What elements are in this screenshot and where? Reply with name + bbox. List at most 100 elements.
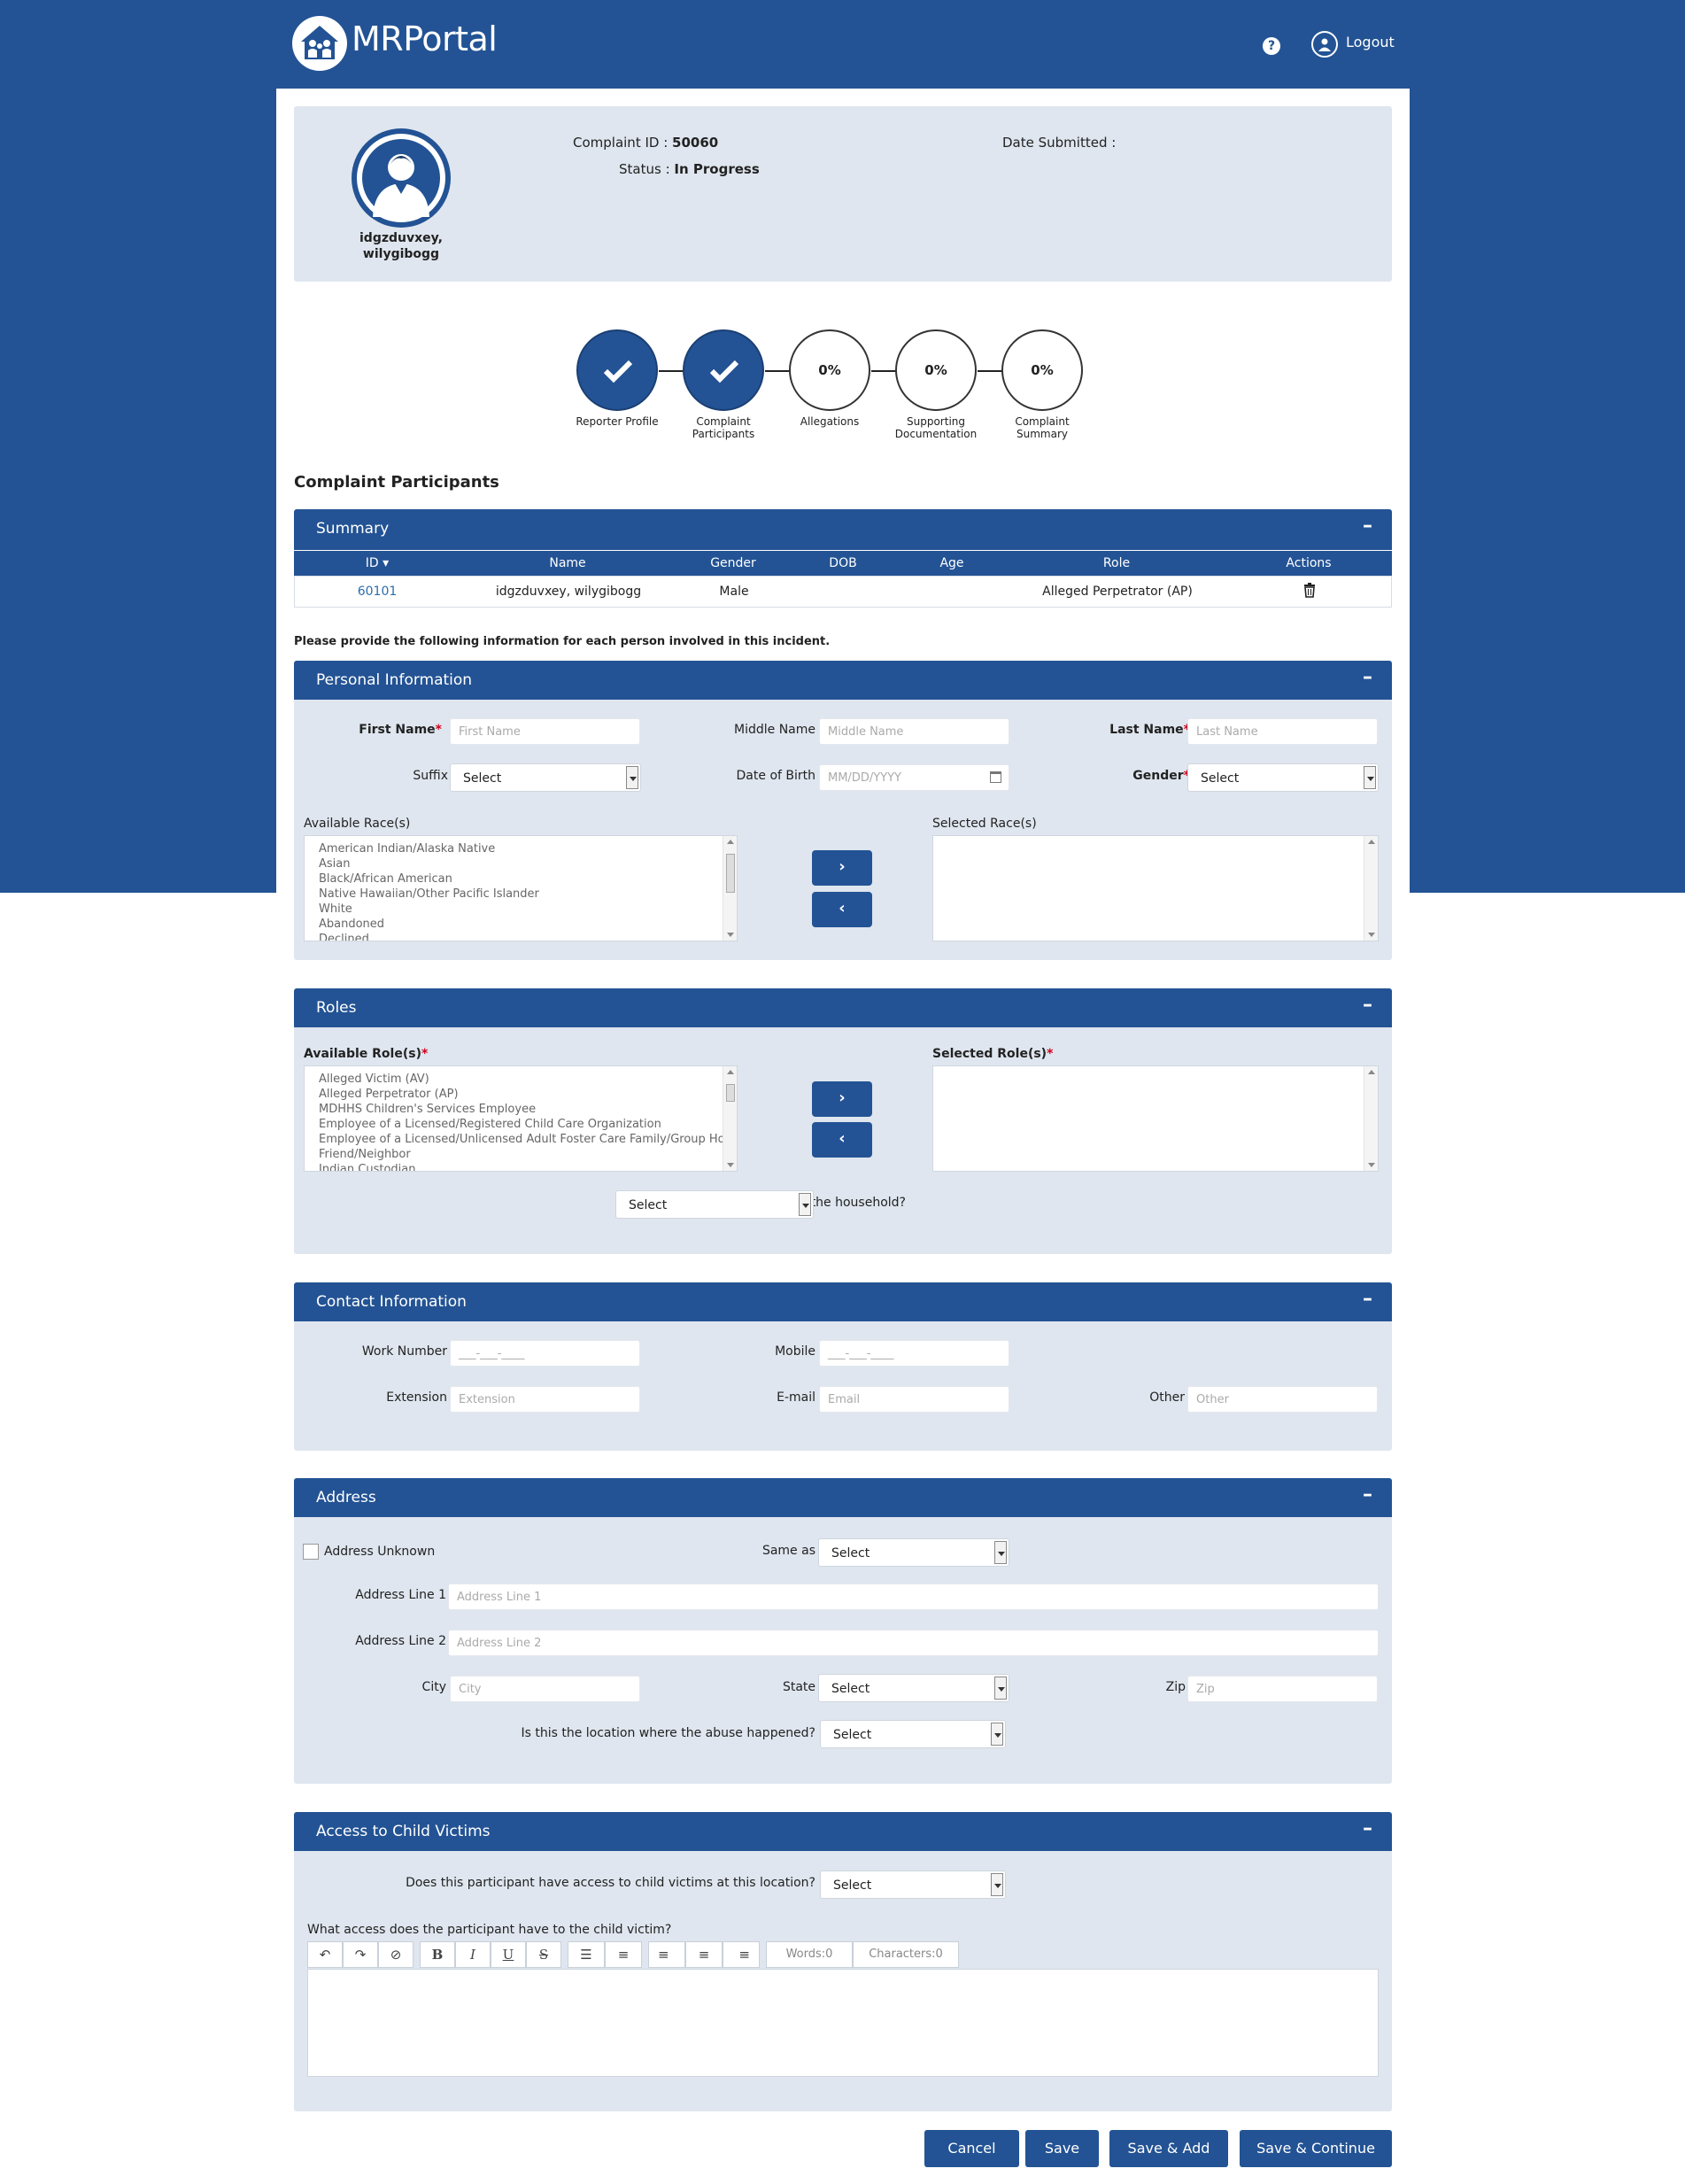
step-supporting-documentation[interactable]: 0% — [895, 329, 977, 411]
save-and-add-button[interactable]: Save & Add — [1109, 2130, 1228, 2167]
address-unknown-checkbox[interactable] — [303, 1544, 319, 1560]
list-item[interactable]: Black/African American — [305, 871, 737, 887]
city-field[interactable]: City — [450, 1676, 640, 1702]
bullet-list-icon[interactable]: ☰ — [568, 1941, 605, 1968]
participant-id-link[interactable]: 60101 — [358, 585, 398, 599]
move-left-button[interactable]: ‹ — [812, 1122, 872, 1158]
available-races-list[interactable]: American Indian/Alaska Native Asian Blac… — [304, 835, 738, 941]
access-question-select[interactable]: Select — [820, 1870, 1006, 1899]
scrollbar[interactable] — [1364, 1066, 1378, 1171]
personal-info-title: Personal Information — [316, 671, 473, 689]
step-label: Complaint Participants — [661, 415, 785, 440]
summary-panel-header[interactable]: Summary – — [294, 509, 1392, 550]
address-line1-field[interactable]: Address Line 1 — [448, 1584, 1379, 1610]
selected-roles-list[interactable] — [932, 1065, 1379, 1172]
clear-format-icon[interactable]: ⊘ — [378, 1941, 414, 1968]
align-center-icon[interactable]: ≡ — [685, 1941, 723, 1968]
zip-field[interactable]: Zip — [1187, 1676, 1378, 1702]
list-item[interactable]: Asian — [305, 856, 737, 871]
list-item[interactable]: Friend/Neighbor — [305, 1147, 737, 1162]
list-item[interactable]: Indian Custodian — [305, 1162, 737, 1171]
access-description-editor[interactable] — [307, 1969, 1379, 2077]
status-label: Status : — [619, 161, 670, 177]
dob-field[interactable]: MM/DD/YYYY — [819, 764, 1009, 791]
list-item[interactable]: Employee of a Licensed/Unlicensed Adult … — [305, 1132, 737, 1147]
collapse-icon[interactable]: – — [1363, 515, 1372, 537]
move-right-button[interactable]: › — [812, 850, 872, 886]
align-right-icon[interactable]: ≡ — [723, 1941, 760, 1968]
check-icon — [709, 360, 739, 383]
undo-icon[interactable]: ↶ — [307, 1941, 343, 1968]
numbered-list-icon[interactable]: ≡ — [605, 1941, 642, 1968]
household-select[interactable]: Select — [615, 1190, 814, 1219]
household-value: Select — [629, 1198, 668, 1212]
contact-panel-header[interactable]: Contact Information – — [294, 1282, 1392, 1321]
logout-icon[interactable] — [1311, 31, 1338, 58]
gender-select[interactable]: Select — [1187, 763, 1379, 792]
scrollbar[interactable] — [723, 1066, 737, 1171]
state-label: State — [782, 1680, 815, 1694]
same-as-select[interactable]: Select — [818, 1538, 1009, 1567]
step-label-line: Complaint — [696, 415, 751, 428]
list-item[interactable]: Alleged Victim (AV) — [305, 1072, 737, 1087]
list-item[interactable]: Declined — [305, 932, 737, 941]
column-header-name: Name — [549, 556, 586, 570]
save-button[interactable]: Save — [1025, 2130, 1099, 2167]
collapse-icon[interactable]: – — [1363, 666, 1372, 688]
address-line2-field[interactable]: Address Line 2 — [448, 1630, 1379, 1656]
suffix-select[interactable]: Select — [450, 763, 641, 792]
column-header-dob: DOB — [829, 556, 857, 570]
list-item[interactable]: White — [305, 902, 737, 917]
underline-icon[interactable]: U — [491, 1941, 526, 1968]
save-and-continue-button[interactable]: Save & Continue — [1240, 2130, 1392, 2167]
selected-roles-label: Selected Role(s)* — [932, 1047, 1054, 1061]
email-field[interactable]: Email — [819, 1386, 1009, 1413]
available-roles-list[interactable]: Alleged Victim (AV) Alleged Perpetrator … — [304, 1065, 738, 1172]
access-panel-header[interactable]: Access to Child Victims – — [294, 1812, 1392, 1851]
mobile-field[interactable]: ___-___-____ — [819, 1340, 1009, 1367]
step-complaint-participants[interactable] — [683, 329, 764, 411]
collapse-icon[interactable]: – — [1363, 1817, 1372, 1839]
scrollbar[interactable] — [1364, 836, 1378, 941]
step-reporter-profile[interactable] — [576, 329, 658, 411]
column-header-id[interactable]: ID ▾ — [366, 556, 389, 570]
list-item[interactable]: Abandoned — [305, 917, 737, 932]
collapse-icon[interactable]: – — [1363, 1288, 1372, 1310]
scrollbar[interactable] — [723, 836, 737, 941]
list-item[interactable]: Alleged Perpetrator (AP) — [305, 1087, 737, 1102]
list-item[interactable]: Employee of a Licensed/Registered Child … — [305, 1117, 737, 1132]
extension-label: Extension — [386, 1390, 447, 1405]
calendar-icon[interactable] — [990, 771, 1001, 783]
step-complaint-summary[interactable]: 0% — [1001, 329, 1083, 411]
abuse-location-select[interactable]: Select — [820, 1720, 1006, 1748]
state-select[interactable]: Select — [818, 1674, 1009, 1702]
delete-icon[interactable] — [1303, 583, 1316, 601]
redo-icon[interactable]: ↷ — [343, 1941, 378, 1968]
collapse-icon[interactable]: – — [1363, 1483, 1372, 1506]
strikethrough-icon[interactable]: S — [526, 1941, 561, 1968]
align-left-icon[interactable]: ≡ — [648, 1941, 685, 1968]
middle-name-field[interactable]: Middle Name — [819, 718, 1009, 745]
move-left-button[interactable]: ‹ — [812, 892, 872, 927]
extension-field[interactable]: Extension — [450, 1386, 640, 1413]
other-field[interactable]: Other — [1187, 1386, 1378, 1413]
step-allegations[interactable]: 0% — [789, 329, 870, 411]
help-icon[interactable]: ? — [1263, 37, 1280, 55]
italic-icon[interactable]: I — [455, 1941, 491, 1968]
selected-races-list[interactable] — [932, 835, 1379, 941]
work-number-field[interactable]: ___-___-____ — [450, 1340, 640, 1367]
logout-link[interactable]: Logout — [1346, 34, 1395, 50]
bold-icon[interactable]: B — [420, 1941, 455, 1968]
address-panel-header[interactable]: Address – — [294, 1478, 1392, 1517]
step-label-line: Participants — [692, 428, 755, 440]
list-item[interactable]: American Indian/Alaska Native — [305, 841, 737, 856]
roles-panel-header[interactable]: Roles – — [294, 988, 1392, 1027]
list-item[interactable]: MDHHS Children's Services Employee — [305, 1102, 737, 1117]
move-right-button[interactable]: › — [812, 1081, 872, 1117]
list-item[interactable]: Native Hawaiian/Other Pacific Islander — [305, 887, 737, 902]
cancel-button[interactable]: Cancel — [924, 2130, 1019, 2167]
collapse-icon[interactable]: – — [1363, 994, 1372, 1016]
personal-info-panel-header[interactable]: Personal Information – — [294, 661, 1392, 700]
first-name-field[interactable]: First Name — [450, 718, 640, 745]
last-name-field[interactable]: Last Name — [1187, 718, 1378, 745]
